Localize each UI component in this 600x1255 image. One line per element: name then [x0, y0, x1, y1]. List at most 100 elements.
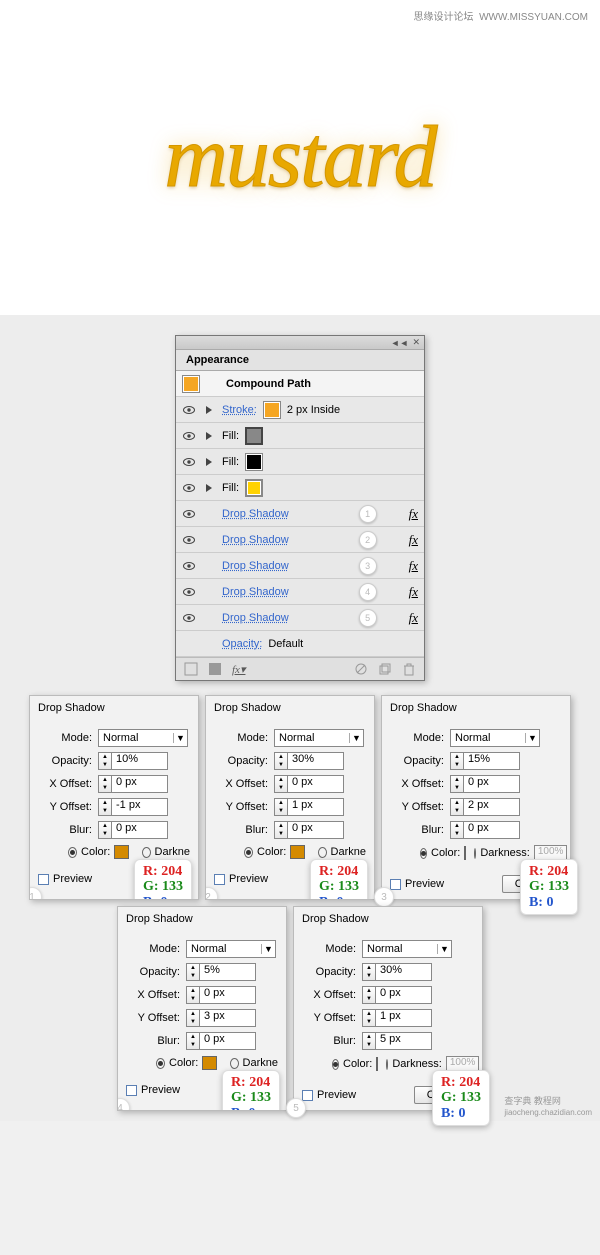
- expand-toggle[interactable]: [202, 481, 216, 495]
- panel-close-icon[interactable]: ✕: [412, 337, 420, 348]
- fill-swatch-icon[interactable]: [245, 479, 263, 497]
- blur-stepper[interactable]: ▲▼: [274, 821, 288, 839]
- fx-link[interactable]: fx: [409, 610, 418, 626]
- opacity-stepper[interactable]: ▲▼: [98, 752, 112, 770]
- compound-path-header[interactable]: Compound Path: [176, 371, 424, 397]
- visibility-toggle[interactable]: [182, 403, 196, 417]
- xoffset-input[interactable]: 0 px: [464, 775, 520, 793]
- blur-stepper[interactable]: ▲▼: [450, 821, 464, 839]
- yoffset-input[interactable]: 1 px: [288, 798, 344, 816]
- dropshadow-row[interactable]: Drop Shadow 3 fx: [176, 553, 424, 579]
- fill-swatch-icon[interactable]: [245, 427, 263, 445]
- blur-input[interactable]: 5 px: [376, 1032, 432, 1050]
- opacity-input[interactable]: 10%: [112, 752, 168, 770]
- preview-checkbox[interactable]: Preview: [302, 1089, 356, 1101]
- mode-select[interactable]: Normal▼: [450, 729, 540, 747]
- blur-input[interactable]: 0 px: [200, 1032, 256, 1050]
- visibility-toggle[interactable]: [182, 533, 196, 547]
- fill-row-2[interactable]: Fill:: [176, 449, 424, 475]
- dropshadow-row[interactable]: Drop Shadow 5 fx: [176, 605, 424, 631]
- stroke-link[interactable]: Stroke:: [222, 404, 257, 416]
- appearance-tab[interactable]: Appearance: [176, 350, 424, 371]
- color-swatch[interactable]: [376, 1057, 378, 1071]
- dropshadow-link[interactable]: Drop Shadow: [222, 586, 289, 598]
- visibility-toggle[interactable]: [182, 481, 196, 495]
- yoffset-stepper[interactable]: ▲▼: [186, 1009, 200, 1027]
- opacity-stepper[interactable]: ▲▼: [274, 752, 288, 770]
- dropshadow-link[interactable]: Drop Shadow: [222, 612, 289, 624]
- blur-input[interactable]: 0 px: [112, 821, 168, 839]
- visibility-toggle[interactable]: [182, 455, 196, 469]
- yoffset-input[interactable]: 1 px: [376, 1009, 432, 1027]
- color-radio[interactable]: [332, 1059, 339, 1070]
- blur-input[interactable]: 0 px: [288, 821, 344, 839]
- preview-checkbox[interactable]: Preview: [214, 873, 268, 885]
- blur-stepper[interactable]: ▲▼: [186, 1032, 200, 1050]
- xoffset-input[interactable]: 0 px: [112, 775, 168, 793]
- expand-toggle[interactable]: [202, 455, 216, 469]
- preview-checkbox[interactable]: Preview: [390, 878, 444, 890]
- panel-collapse-icon[interactable]: ◄◄: [391, 338, 409, 348]
- opacity-input[interactable]: 5%: [200, 963, 256, 981]
- opacity-input[interactable]: 15%: [464, 752, 520, 770]
- blur-stepper[interactable]: ▲▼: [98, 821, 112, 839]
- new-fill-icon[interactable]: [208, 662, 222, 676]
- color-swatch[interactable]: [290, 845, 304, 859]
- expand-toggle[interactable]: [202, 429, 216, 443]
- color-swatch[interactable]: [202, 1056, 216, 1070]
- opacity-stepper[interactable]: ▲▼: [362, 963, 376, 981]
- color-radio[interactable]: [244, 847, 253, 858]
- yoffset-stepper[interactable]: ▲▼: [362, 1009, 376, 1027]
- preview-checkbox[interactable]: Preview: [38, 873, 92, 885]
- xoffset-stepper[interactable]: ▲▼: [362, 986, 376, 1004]
- duplicate-icon[interactable]: [378, 662, 392, 676]
- fill-row-1[interactable]: Fill:: [176, 423, 424, 449]
- fx-link[interactable]: fx: [409, 506, 418, 522]
- mode-select[interactable]: Normal▼: [362, 940, 452, 958]
- visibility-toggle[interactable]: [182, 585, 196, 599]
- visibility-toggle[interactable]: [182, 507, 196, 521]
- dropshadow-row[interactable]: Drop Shadow 2 fx: [176, 527, 424, 553]
- xoffset-stepper[interactable]: ▲▼: [98, 775, 112, 793]
- fx-link[interactable]: fx: [409, 558, 418, 574]
- opacity-link[interactable]: Opacity:: [222, 638, 262, 650]
- color-swatch[interactable]: [114, 845, 128, 859]
- stroke-swatch-icon[interactable]: [263, 401, 281, 419]
- fx-footer-icon[interactable]: fx▾: [232, 663, 245, 676]
- darkness-radio[interactable]: [142, 847, 151, 858]
- visibility-toggle[interactable]: [182, 429, 196, 443]
- fill-swatch-icon[interactable]: [245, 453, 263, 471]
- xoffset-stepper[interactable]: ▲▼: [274, 775, 288, 793]
- fill-row-3[interactable]: Fill:: [176, 475, 424, 501]
- fx-link[interactable]: fx: [409, 532, 418, 548]
- dropshadow-link[interactable]: Drop Shadow: [222, 508, 289, 520]
- darkness-radio[interactable]: [474, 848, 476, 859]
- expand-toggle[interactable]: [202, 403, 216, 417]
- visibility-toggle[interactable]: [182, 611, 196, 625]
- visibility-toggle[interactable]: [182, 559, 196, 573]
- opacity-input[interactable]: 30%: [288, 752, 344, 770]
- dropshadow-row[interactable]: Drop Shadow 4 fx: [176, 579, 424, 605]
- dropshadow-link[interactable]: Drop Shadow: [222, 534, 289, 546]
- yoffset-input[interactable]: 3 px: [200, 1009, 256, 1027]
- color-radio[interactable]: [68, 847, 77, 858]
- color-radio[interactable]: [420, 848, 427, 859]
- clear-icon[interactable]: [354, 662, 368, 676]
- opacity-row[interactable]: Opacity: Default: [176, 631, 424, 657]
- preview-checkbox[interactable]: Preview: [126, 1084, 180, 1096]
- xoffset-stepper[interactable]: ▲▼: [186, 986, 200, 1004]
- yoffset-stepper[interactable]: ▲▼: [274, 798, 288, 816]
- darkness-radio[interactable]: [230, 1058, 239, 1069]
- dropshadow-link[interactable]: Drop Shadow: [222, 560, 289, 572]
- xoffset-input[interactable]: 0 px: [288, 775, 344, 793]
- color-radio[interactable]: [156, 1058, 165, 1069]
- new-stroke-icon[interactable]: [184, 662, 198, 676]
- darkness-radio[interactable]: [318, 847, 327, 858]
- mode-select[interactable]: Normal▼: [186, 940, 276, 958]
- xoffset-stepper[interactable]: ▲▼: [450, 775, 464, 793]
- stroke-row[interactable]: Stroke: 2 px Inside: [176, 397, 424, 423]
- yoffset-input[interactable]: -1 px: [112, 798, 168, 816]
- yoffset-stepper[interactable]: ▲▼: [98, 798, 112, 816]
- yoffset-stepper[interactable]: ▲▼: [450, 798, 464, 816]
- mode-select[interactable]: Normal▼: [274, 729, 364, 747]
